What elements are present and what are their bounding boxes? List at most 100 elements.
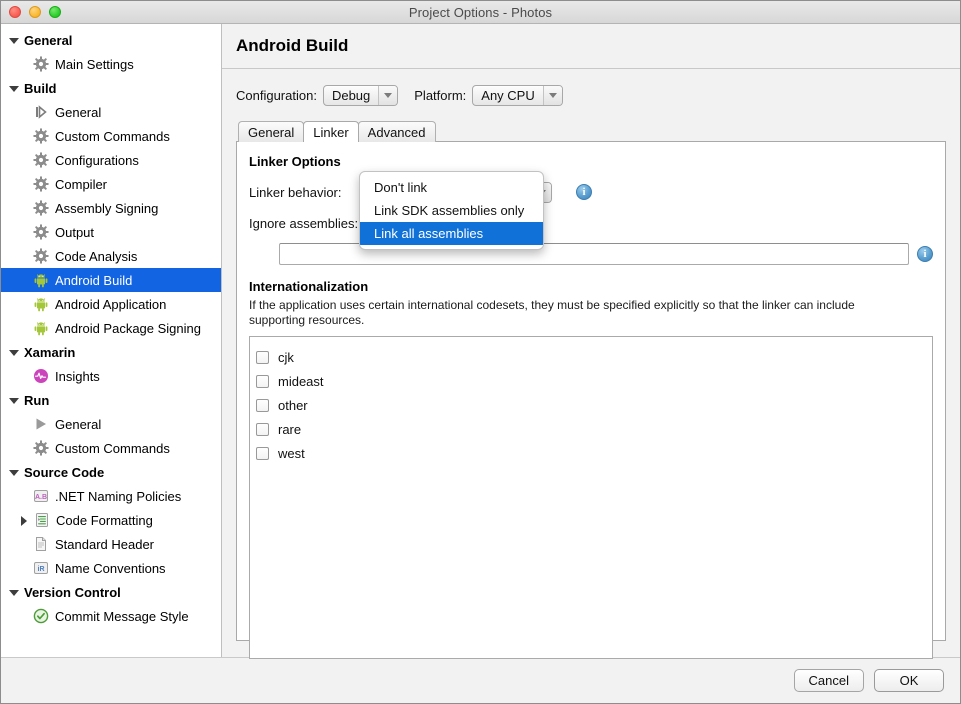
svg-text:iR: iR (38, 566, 45, 573)
linker-behavior-row: Linker behavior: Link all assemblies i (249, 181, 933, 203)
gear-icon (33, 176, 49, 192)
chevron-down-icon[interactable] (9, 395, 20, 406)
sidebar-item-android-build[interactable]: Android Build (1, 268, 221, 292)
sidebar-item-label: Run (24, 394, 49, 407)
sidebar-item-assembly-signing[interactable]: Assembly Signing (1, 196, 221, 220)
sidebar-group-xamarin[interactable]: Xamarin (1, 340, 221, 364)
svg-text:A.B: A.B (35, 494, 47, 501)
sidebar-group-general[interactable]: General (1, 28, 221, 52)
sidebar-item-configurations[interactable]: Configurations (1, 148, 221, 172)
sidebar-item-output[interactable]: Output (1, 220, 221, 244)
codeset-label: cjk (278, 350, 294, 365)
codeset-label: west (278, 446, 305, 461)
chevron-right-icon[interactable] (19, 515, 30, 526)
linker-behavior-info-icon[interactable]: i (576, 184, 592, 200)
sidebar-item-label: Output (55, 226, 94, 239)
checkbox-mideast[interactable] (256, 375, 269, 388)
sidebar-item-code-formatting[interactable]: Code Formatting (1, 508, 221, 532)
codeset-label: mideast (278, 374, 324, 389)
tab-advanced[interactable]: Advanced (358, 121, 436, 142)
internationalization-title: Internationalization (249, 279, 933, 294)
menu-item-link-all-assemblies[interactable]: Link all assemblies (360, 222, 543, 245)
ok-button[interactable]: OK (874, 669, 944, 692)
linker-tab-panel: Linker Options Linker behavior: Link all… (236, 141, 946, 641)
checkbox-rare[interactable] (256, 423, 269, 436)
list-item[interactable]: rare (256, 417, 932, 441)
sidebar-item-name-conventions[interactable]: iR Name Conventions (1, 556, 221, 580)
sidebar-item-android-application[interactable]: Android Application (1, 292, 221, 316)
sidebar-item-label: Insights (55, 370, 100, 383)
list-item[interactable]: mideast (256, 369, 932, 393)
sidebar-item-label: General (24, 34, 72, 47)
tab-general[interactable]: General (238, 121, 304, 142)
menu-item-link-sdk-assemblies-only[interactable]: Link SDK assemblies only (360, 199, 543, 222)
platform-value: Any CPU (473, 86, 542, 105)
options-content-panel: Android Build Configuration: Debug Platf… (222, 24, 960, 657)
chevron-down-icon[interactable] (9, 83, 20, 94)
list-item[interactable]: west (256, 441, 932, 465)
ignore-assemblies-info-icon[interactable]: i (917, 246, 933, 262)
checkbox-cjk[interactable] (256, 351, 269, 364)
configuration-row: Configuration: Debug Platform: Any CPU (236, 85, 946, 106)
sidebar-item-label: Assembly Signing (55, 202, 158, 215)
sidebar-item-label: Commit Message Style (55, 610, 189, 623)
codeset-label: other (278, 398, 308, 413)
checkbox-other[interactable] (256, 399, 269, 412)
sidebar-group-version-control[interactable]: Version Control (1, 580, 221, 604)
chevron-down-icon[interactable] (9, 35, 20, 46)
page-title: Android Build (236, 36, 348, 56)
menu-item-dont-link[interactable]: Don't link (360, 176, 543, 199)
sidebar-item-android-package-signing[interactable]: Android Package Signing (1, 316, 221, 340)
minimize-button[interactable] (29, 6, 41, 18)
sidebar-item-main-settings[interactable]: Main Settings (1, 52, 221, 76)
sidebar-group-run[interactable]: Run (1, 388, 221, 412)
chevron-down-icon[interactable] (9, 347, 20, 358)
codeset-list[interactable]: cjk mideast other rare (249, 336, 933, 659)
sidebar-item-standard-header[interactable]: Standard Header (1, 532, 221, 556)
title-bar: Project Options - Photos (1, 1, 960, 24)
sidebar-item-compiler[interactable]: Compiler (1, 172, 221, 196)
sidebar-item-code-analysis[interactable]: Code Analysis (1, 244, 221, 268)
sidebar-item-run-general[interactable]: General (1, 412, 221, 436)
chevron-down-icon[interactable] (543, 86, 562, 105)
sidebar-item-net-naming-policies[interactable]: A.B .NET Naming Policies (1, 484, 221, 508)
zoom-button[interactable] (49, 6, 61, 18)
chevron-down-icon[interactable] (9, 587, 20, 598)
close-button[interactable] (9, 6, 21, 18)
sidebar-item-label: Version Control (24, 586, 121, 599)
sidebar-item-label: Source Code (24, 466, 104, 479)
tab-linker[interactable]: Linker (303, 121, 358, 142)
sidebar-item-custom-commands-build[interactable]: Custom Commands (1, 124, 221, 148)
sidebar-item-label: Custom Commands (55, 442, 170, 455)
tab-bar[interactable]: General Linker Advanced (238, 120, 946, 142)
sidebar-item-label: .NET Naming Policies (55, 490, 181, 503)
sidebar-item-label: Name Conventions (55, 562, 166, 575)
ignore-assemblies-row: Ignore assemblies: (249, 212, 933, 234)
sidebar-item-custom-commands-run[interactable]: Custom Commands (1, 436, 221, 460)
checkbox-west[interactable] (256, 447, 269, 460)
project-options-window: Project Options - Photos General (0, 0, 961, 704)
ignore-assemblies-label: Ignore assemblies: (249, 216, 367, 231)
chevron-down-icon[interactable] (9, 467, 20, 478)
sidebar-group-build[interactable]: Build (1, 76, 221, 100)
document-icon (33, 536, 49, 552)
tab-label: Advanced (368, 125, 426, 140)
configuration-dropdown[interactable]: Debug (323, 85, 398, 106)
sidebar-item-insights[interactable]: Insights (1, 364, 221, 388)
ignore-assemblies-field-row: i (249, 243, 933, 265)
list-item[interactable]: other (256, 393, 932, 417)
list-item[interactable]: cjk (256, 345, 932, 369)
linker-options-title: Linker Options (249, 154, 933, 169)
sidebar-group-source-code[interactable]: Source Code (1, 460, 221, 484)
tab-label: Linker (313, 125, 348, 140)
chevron-down-icon[interactable] (378, 86, 397, 105)
options-sidebar[interactable]: General Main Settings Build (1, 24, 222, 657)
menu-item-label: Link SDK assemblies only (374, 203, 524, 218)
sidebar-item-label: Code Formatting (56, 514, 153, 527)
cancel-button[interactable]: Cancel (794, 669, 864, 692)
linker-behavior-menu[interactable]: Don't link Link SDK assemblies only Link… (359, 171, 544, 250)
platform-dropdown[interactable]: Any CPU (472, 85, 562, 106)
sidebar-item-commit-message-style[interactable]: Commit Message Style (1, 604, 221, 628)
gear-icon (33, 128, 49, 144)
sidebar-item-build-general[interactable]: General (1, 100, 221, 124)
